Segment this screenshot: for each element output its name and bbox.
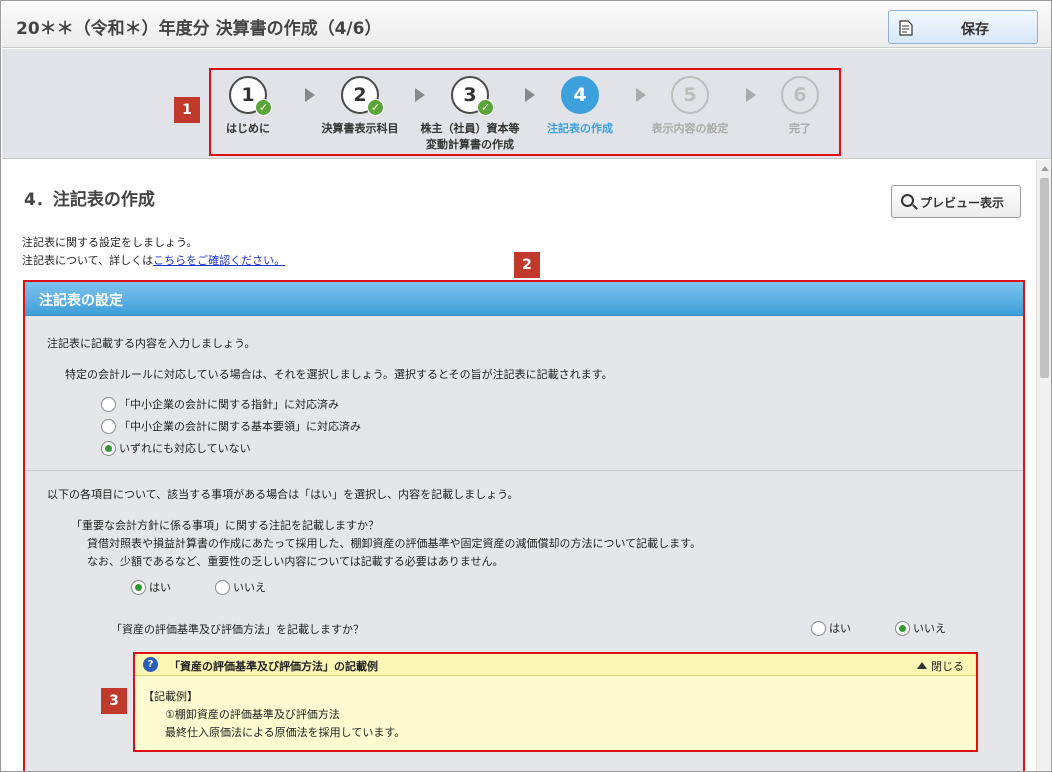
step-label: 注記表の作成 (547, 122, 613, 135)
help-link[interactable]: こちらをご確認ください。 (153, 254, 285, 267)
example-line: 最終仕入原価法による原価法を採用しています。 (165, 726, 406, 739)
main-content: 4．注記表の作成 プレビュー表示 注記表に関する設定をしましょう。 注記表につい… (2, 160, 1036, 771)
step-1: 1 ✓ はじめに (193, 76, 303, 137)
scroll-up-icon[interactable] (1041, 166, 1049, 171)
example-line: 【記載例】 (143, 690, 198, 703)
radio-rule-none[interactable]: いずれにも対応していない (101, 440, 251, 456)
steps-highlight-box: 1 ✓ はじめに 2 ✓ 決算書表示科目 3 ✓ 株主（社員）資本等 変動計算書の作成 … (209, 68, 841, 156)
collapse-button[interactable]: 閉じる (917, 658, 964, 674)
step-6: 6 完了 (745, 76, 855, 137)
annotation-marker-2: 2 (514, 252, 540, 278)
vertical-scrollbar[interactable] (1036, 160, 1051, 771)
page-title: 4．注記表の作成 (24, 190, 155, 210)
q1-note: なお、少額であるなど、重要性の乏しい内容については記載する必要はありません。 (87, 555, 504, 568)
radio-rule-guideline[interactable]: 「中小企業の会計に関する指針」に対応済み (101, 396, 339, 412)
save-button[interactable]: 保存 (888, 10, 1038, 44)
rule-description: 特定の会計ルールに対応している場合は、それを選択しましょう。選択するとその旨が注… (65, 368, 613, 381)
step-label: 決算書表示科目 (321, 122, 399, 135)
scroll-thumb[interactable] (1040, 178, 1049, 378)
preview-button[interactable]: プレビュー表示 (891, 185, 1021, 218)
step-label: はじめに (226, 122, 270, 135)
panel-title: 注記表の設定 (39, 293, 123, 309)
app-window: 20＊＊（令和＊）年度分 決算書の作成（4/6） 保存 1 1 ✓ はじめに 2 ✓… (0, 0, 1052, 772)
example-header: ? 「資産の評価基準及び評価方法」の記載例 閉じる (135, 654, 976, 676)
q2-question: 「資産の評価基準及び評価方法」を記載しますか？ (111, 623, 364, 636)
notes-settings-panel: 注記表の設定 注記表に記載する内容を入力しましょう。 特定の会計ルールに対応して… (23, 280, 1025, 771)
step-label: 株主（社員）資本等 変動計算書の作成 (420, 122, 520, 151)
step-5: 5 表示内容の設定 (635, 76, 745, 137)
triangle-up-icon (917, 662, 927, 669)
radio-rule-basic[interactable]: 「中小企業の会計に関する基本要領」に対応済み (101, 418, 361, 434)
items-intro: 以下の各項目について、該当する事項がある場合は「はい」を選択し、内容を記載しまし… (47, 488, 519, 501)
preview-button-label: プレビュー表示 (920, 196, 1005, 210)
window-title: 20＊＊（令和＊）年度分 決算書の作成（4/6） (16, 19, 382, 39)
check-icon: ✓ (255, 99, 272, 116)
search-icon (901, 194, 914, 207)
title-bar: 20＊＊（令和＊）年度分 決算書の作成（4/6） 保存 (2, 2, 1051, 48)
step-2: 2 ✓ 決算書表示科目 (305, 76, 415, 137)
radio-icon (811, 620, 826, 636)
example-box: ? 「資産の評価基準及び評価方法」の記載例 閉じる 【記載例】 ①棚卸資産の評価… (133, 652, 978, 752)
step-label: 完了 (789, 122, 811, 135)
panel-header: 注記表の設定 (25, 282, 1023, 316)
check-icon: ✓ (367, 99, 384, 116)
radio-selected-icon (101, 440, 116, 456)
q2-no-radio[interactable]: いいえ (895, 620, 946, 636)
q2-yes-radio[interactable]: はい (811, 620, 851, 636)
radio-selected-icon (895, 620, 910, 636)
check-icon: ✓ (477, 99, 494, 116)
step-progress-bar: 1 1 ✓ はじめに 2 ✓ 決算書表示科目 3 ✓ 株主（社員）資本等 変動計算書の作… (2, 49, 1051, 159)
q1-no-radio[interactable]: いいえ (215, 579, 266, 595)
annotation-marker-3: 3 (101, 688, 127, 714)
radio-icon (101, 396, 116, 412)
intro-text: 注記表に関する設定をしましょう。 (22, 236, 198, 249)
example-title: 「資産の評価基準及び評価方法」の記載例 (169, 660, 378, 673)
step-4: 4 注記表の作成 (525, 76, 635, 137)
panel-instruction: 注記表に記載する内容を入力しましょう。 (47, 337, 256, 350)
q1-description: 貸借対照表や損益計算書の作成にあたって採用した、棚卸資産の評価基準や固定資産の減… (87, 537, 702, 550)
step-label: 表示内容の設定 (651, 122, 729, 135)
radio-icon (215, 579, 230, 595)
divider (25, 470, 1023, 471)
q1-question: 「重要な会計方針に係る事項」に関する注記を記載しますか？ (71, 519, 379, 532)
radio-icon (101, 418, 116, 434)
example-line: ①棚卸資産の評価基準及び評価方法 (165, 708, 340, 721)
step-3: 3 ✓ 株主（社員）資本等 変動計算書の作成 (415, 76, 525, 153)
intro-help-text: 注記表について、詳しくはこちらをご確認ください。 (22, 254, 286, 267)
q1-yes-radio[interactable]: はい (131, 579, 171, 595)
save-button-label: 保存 (961, 22, 989, 38)
radio-selected-icon (131, 579, 146, 595)
help-question-icon: ? (143, 657, 158, 672)
